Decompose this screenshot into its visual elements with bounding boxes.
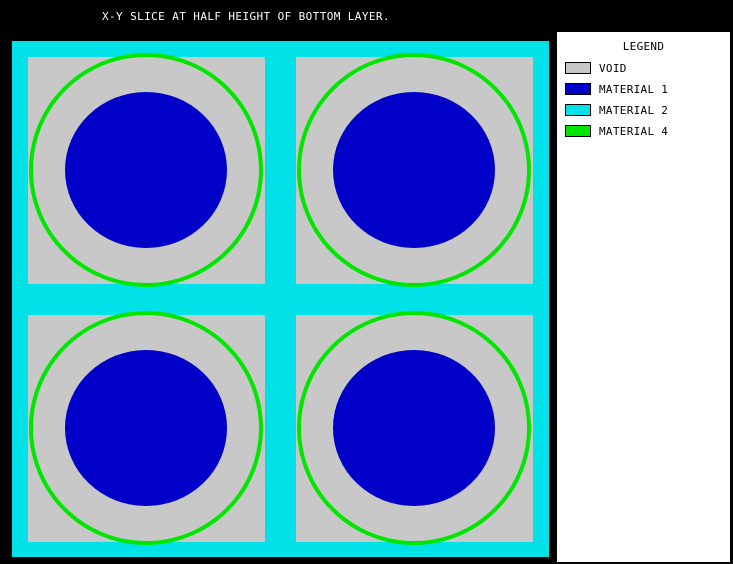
void-swatch	[565, 62, 591, 74]
legend-label-material-1: MATERIAL 1	[599, 82, 669, 96]
material-4-swatch	[565, 125, 591, 137]
legend-label-material-2: MATERIAL 2	[599, 103, 669, 117]
legend-label-void: VOID	[599, 61, 627, 75]
pin-cell-top-right	[296, 53, 533, 287]
legend-item-material-2: MATERIAL 2	[565, 103, 668, 117]
legend-title: LEGEND	[622, 40, 665, 53]
legend-item-material-1: MATERIAL 1	[565, 82, 668, 96]
material-2-swatch	[565, 104, 591, 116]
material-1-fuel-disk	[65, 92, 227, 248]
legend-item-void: VOID	[565, 61, 627, 75]
slice-title: X-Y SLICE AT HALF HEIGHT OF BOTTOM LAYER…	[102, 10, 390, 23]
pin-cell-bottom-left	[28, 311, 265, 545]
material-1-fuel-disk	[333, 350, 495, 506]
pin-cell-bottom-right	[296, 311, 533, 545]
xy-slice-plot	[12, 41, 549, 557]
material-1-swatch	[565, 83, 591, 95]
material-1-fuel-disk	[333, 92, 495, 248]
material-1-fuel-disk	[65, 350, 227, 506]
legend-panel: LEGEND VOID MATERIAL 1 MATERIAL 2 MATERI…	[557, 32, 730, 562]
pin-cell-top-left	[28, 53, 265, 287]
legend-label-material-4: MATERIAL 4	[599, 124, 669, 138]
legend-item-material-4: MATERIAL 4	[565, 124, 668, 138]
